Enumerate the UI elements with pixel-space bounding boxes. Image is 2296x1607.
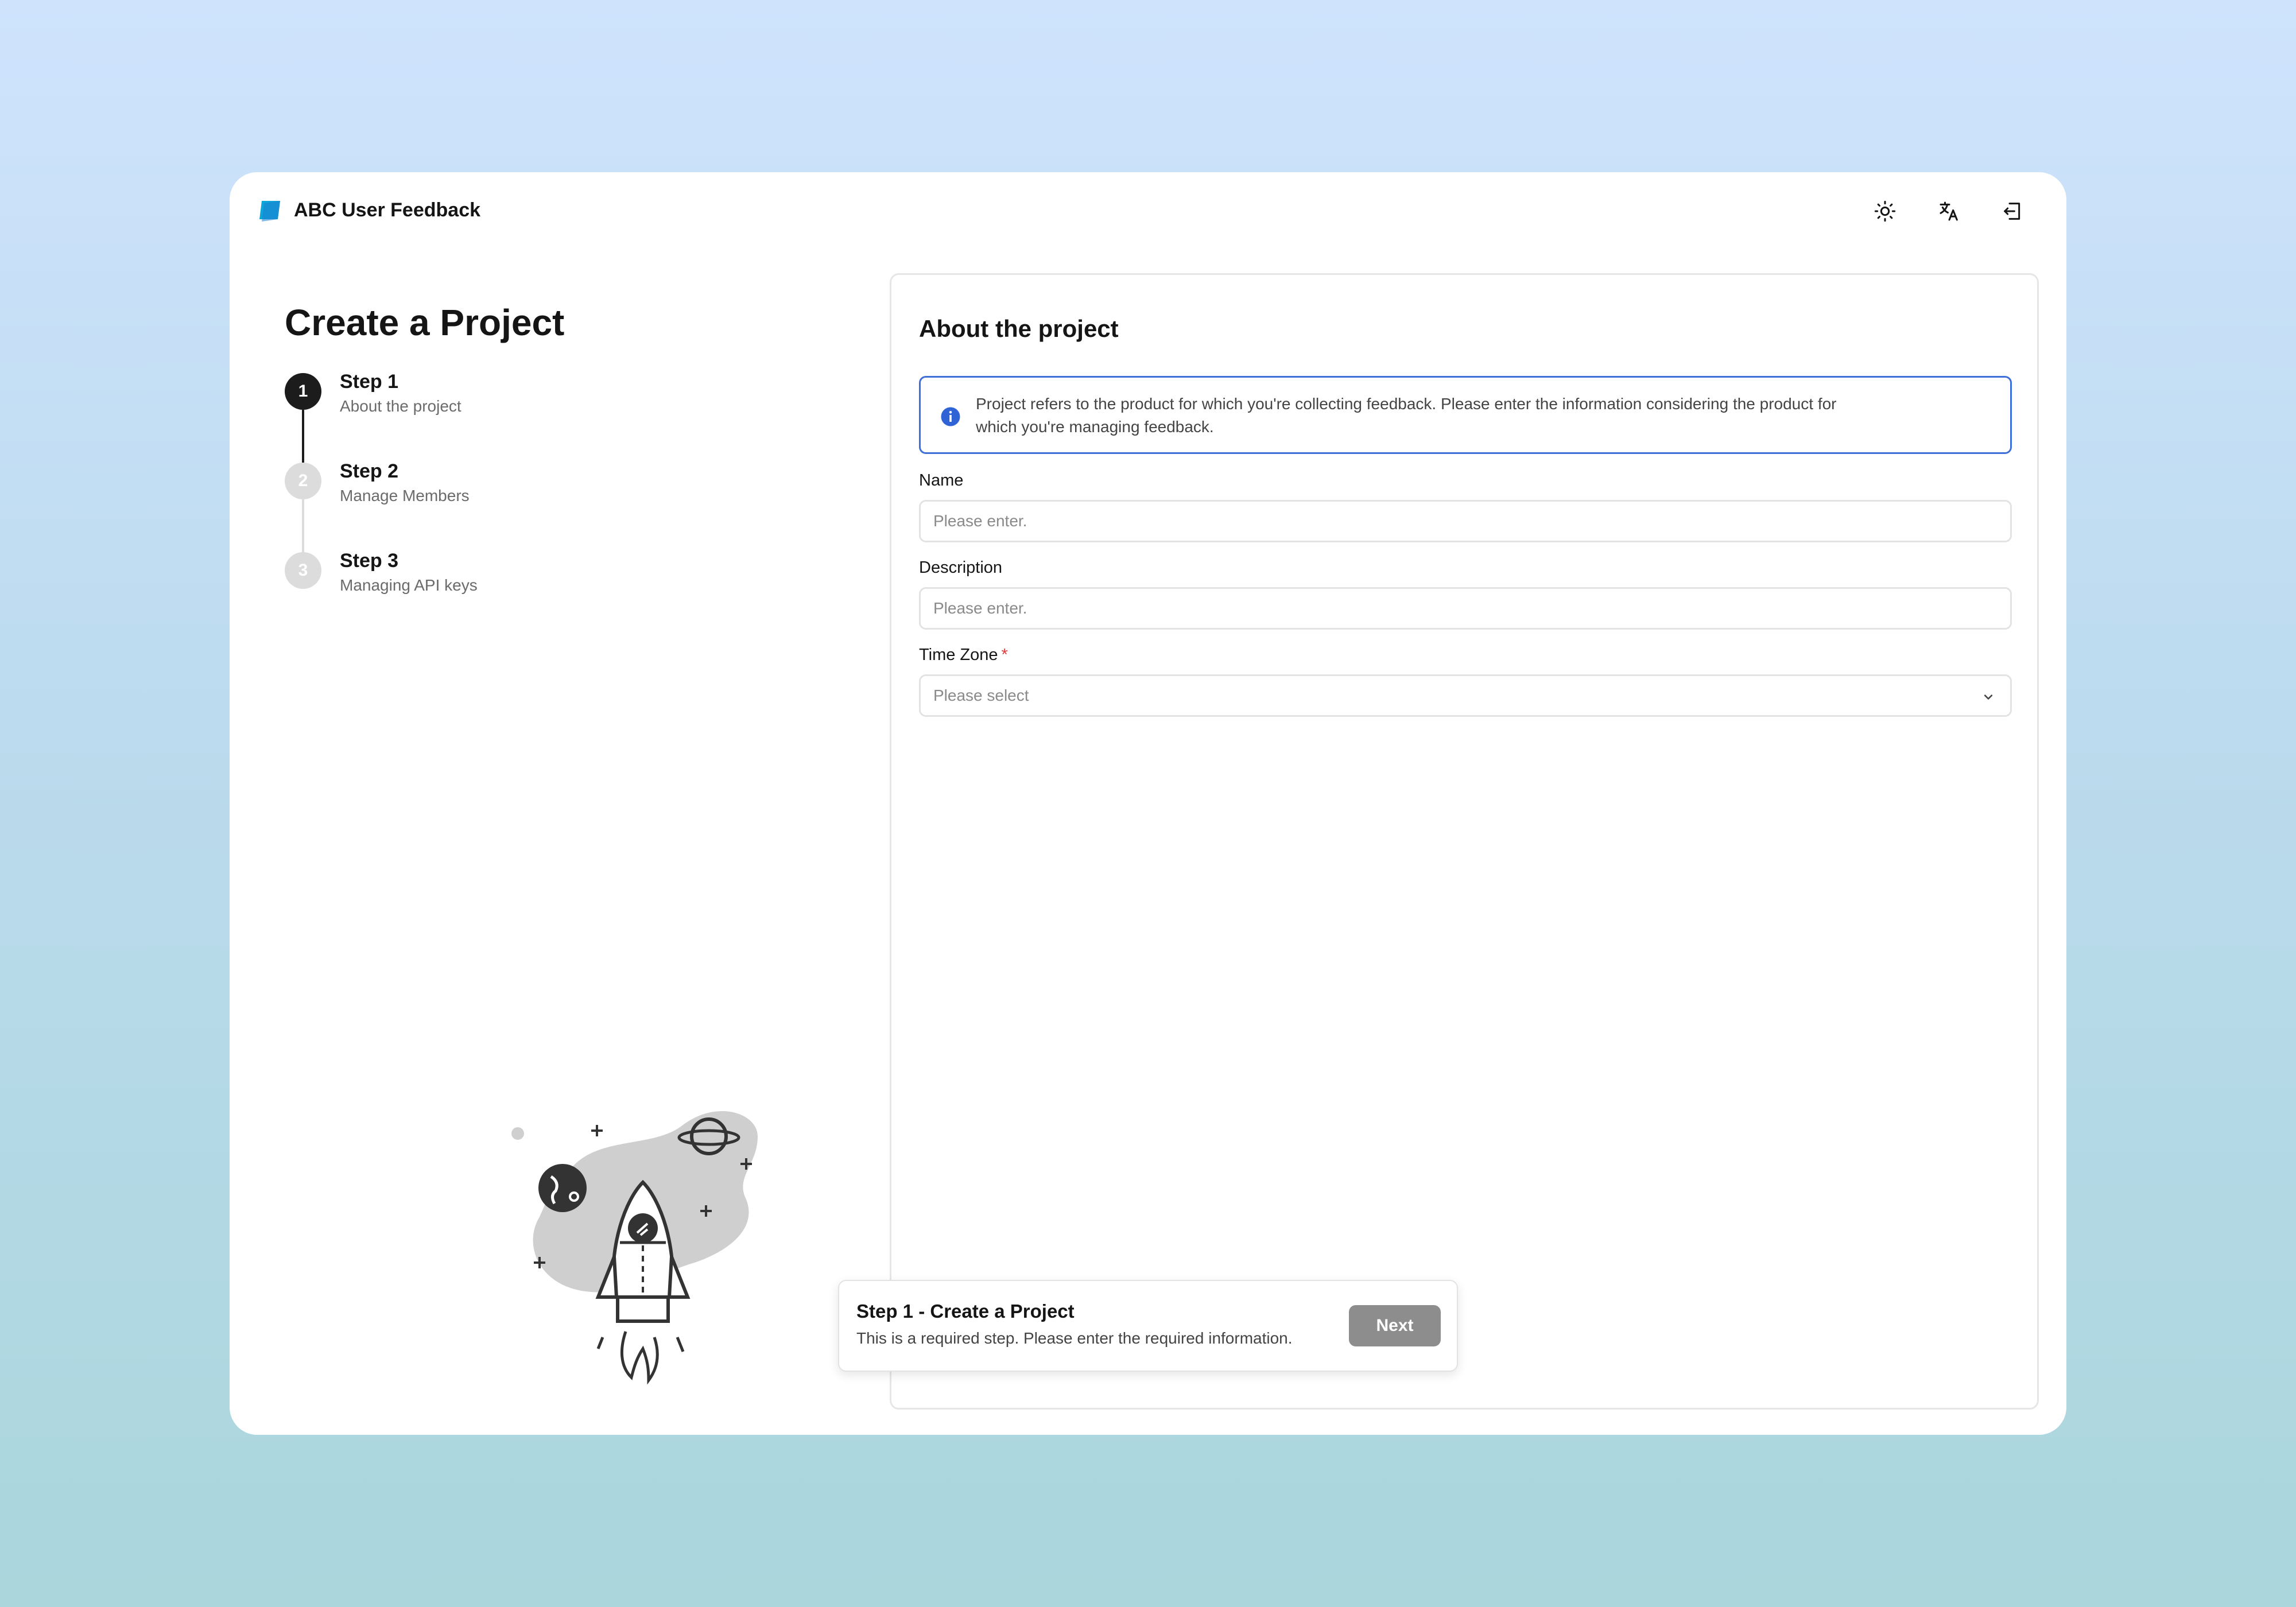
info-text: Project refers to the product for which … — [976, 395, 1837, 436]
step-number: 2 — [285, 463, 321, 499]
step-title: Step 2 — [340, 460, 399, 482]
step-title: Step 3 — [340, 550, 399, 572]
name-label: Name — [919, 471, 964, 490]
toast-title: Step 1 - Create a Project — [856, 1301, 1075, 1322]
project-form-card: About the project Project refers to the … — [890, 273, 2039, 1410]
translate-icon — [1940, 201, 1958, 221]
time-zone-label: Time Zone * — [919, 646, 1008, 665]
description-label: Description — [919, 558, 1003, 577]
chevron-down-icon — [1984, 694, 1993, 700]
sun-icon — [1874, 200, 1896, 222]
step-toast: Step 1 - Create a Project This is a requ… — [838, 1280, 1458, 1372]
required-marker: * — [1001, 646, 1008, 664]
logo-icon — [259, 201, 280, 222]
description-input[interactable] — [919, 587, 2012, 630]
step-number: 1 — [285, 373, 321, 410]
rocket-illustration — [511, 1111, 758, 1385]
time-zone-placeholder: Please select — [933, 686, 1029, 704]
theme-toggle-button[interactable] — [1869, 195, 1901, 227]
time-zone-label-text: Time Zone — [919, 646, 998, 664]
app-window: ABC User Feedback Create a Project 1 Ste… — [230, 172, 2066, 1435]
form-title: About the project — [919, 315, 1119, 342]
step-subtitle: About the project — [340, 397, 461, 415]
language-button[interactable] — [1933, 195, 1965, 227]
step-subtitle: Managing API keys — [340, 576, 478, 594]
name-input[interactable] — [919, 500, 2012, 542]
next-button[interactable]: Next — [1349, 1305, 1441, 1346]
page-title: Create a Project — [285, 302, 565, 343]
info-alert: Project refers to the product for which … — [919, 376, 2012, 454]
logout-icon — [2004, 203, 2020, 220]
step-connector — [302, 410, 304, 463]
toast-subtitle: This is a required step. Please enter th… — [856, 1329, 1293, 1347]
step-connector — [302, 499, 304, 552]
logout-button[interactable] — [1996, 195, 2029, 227]
step-number: 3 — [285, 552, 321, 589]
info-icon — [941, 407, 960, 426]
step-title: Step 1 — [340, 371, 399, 393]
step-subtitle: Manage Members — [340, 487, 470, 504]
app-title: ABC User Feedback — [294, 199, 481, 221]
time-zone-select[interactable]: Please select — [919, 674, 2012, 717]
